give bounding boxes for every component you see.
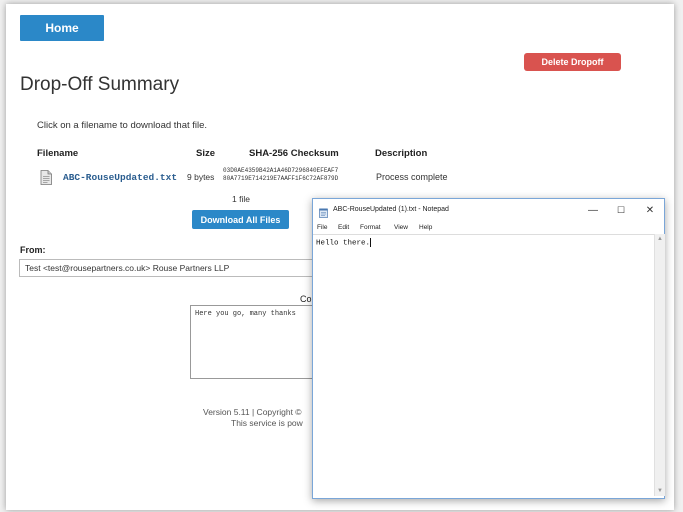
from-field: Test <test@rousepartners.co.uk> Rouse Pa… [19,259,319,277]
text-file-icon [40,170,52,185]
scroll-up-icon[interactable]: ▲ [656,235,664,243]
browser-viewport: Home Delete Dropoff Drop-Off Summary Cli… [0,0,683,512]
text-caret [370,238,372,247]
from-label: From: [20,245,46,255]
menu-help[interactable]: Help [419,224,432,231]
minimize-button[interactable]: — [582,202,604,218]
notepad-titlebar[interactable]: ABC-RouseUpdated (1).txt - Notepad — ☐ ✕ [313,199,664,221]
notepad-content: Hello there. [316,238,372,248]
close-button[interactable]: ✕ [639,202,661,218]
maximize-button[interactable]: ☐ [610,202,632,218]
column-header-description: Description [375,148,428,159]
column-header-checksum: SHA-256 Checksum [249,148,339,159]
notepad-title: ABC-RouseUpdated (1).txt - Notepad [333,206,449,213]
file-description: Process complete [376,172,448,182]
file-download-link[interactable]: ABC-RouseUpdated.txt [63,172,177,183]
file-size: 9 bytes [187,172,215,182]
menu-view[interactable]: View [394,224,408,231]
checksum-line-1: 03D0AE4359B42A1A46D7296840EFEAF7 [223,167,339,174]
comments-label: Co [300,294,312,304]
notepad-window: ABC-RouseUpdated (1).txt - Notepad — ☐ ✕… [312,198,665,499]
menu-edit[interactable]: Edit [338,224,349,231]
footer-version: Version 5.11 | Copyright © [203,407,302,417]
column-header-size: Size [196,148,216,159]
menu-format[interactable]: Format [360,224,381,231]
vertical-scrollbar[interactable]: ▲ ▼ [654,234,665,496]
menu-file[interactable]: File [317,224,327,231]
notepad-app-icon [319,205,328,218]
home-button[interactable]: Home [20,15,104,41]
instruction-text: Click on a filename to download that fil… [37,120,208,131]
scroll-down-icon[interactable]: ▼ [656,487,664,495]
download-all-button[interactable]: Download All Files [192,210,289,229]
file-count: 1 file [232,194,250,204]
column-header-filename: Filename [37,148,79,159]
notepad-text-area[interactable]: Hello there. [313,234,654,497]
page-title: Drop-Off Summary [20,74,180,95]
file-checksum: 03D0AE4359B42A1A46D7296840EFEAF7 80A7719… [223,167,338,183]
notepad-menubar: File Edit Format View Help [313,222,664,234]
comments-box[interactable]: Here you go, many thanks [190,305,320,379]
checksum-line-2: 80A7719E714219E7AAFF1F6C72AF879D [223,175,339,182]
footer-service: This service is pow [231,418,303,428]
delete-dropoff-button[interactable]: Delete Dropoff [524,53,621,71]
